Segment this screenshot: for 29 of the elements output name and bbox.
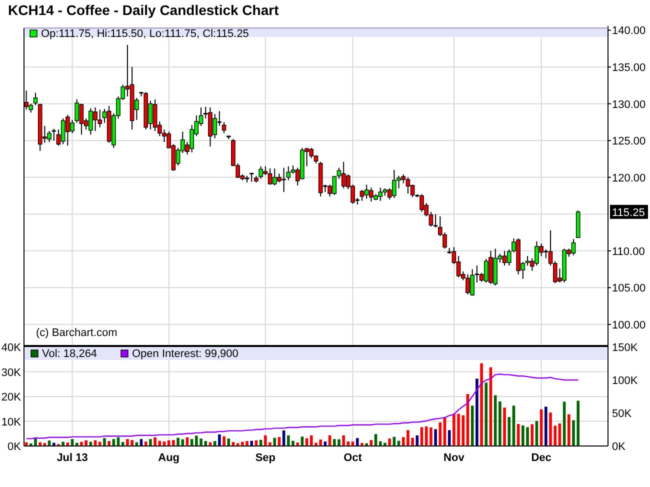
axis-label: 50K xyxy=(612,408,632,420)
axis-label: 100K xyxy=(612,375,638,387)
axis-label: 150K xyxy=(612,342,638,354)
axis-label: Aug xyxy=(158,452,180,464)
axis-label: Sep xyxy=(255,452,276,464)
axis-label: 40K xyxy=(1,342,21,354)
axis-label: Nov xyxy=(444,452,464,464)
axis-label: 10K xyxy=(1,416,21,428)
copyright-text: (c) Barchart.com xyxy=(36,327,118,339)
axis-label: Jul 13 xyxy=(56,452,88,464)
axis-label: 20K xyxy=(1,392,21,404)
chart-title: KCH14 - Coffee - Daily Candlestick Chart xyxy=(7,1,280,20)
volume-legend: Vol: 18,264 xyxy=(42,348,98,360)
axis-label: 0K xyxy=(612,441,626,453)
axis-label: 110.00 xyxy=(612,246,645,258)
axis-label: 120.00 xyxy=(612,172,646,184)
axis-label: 100.00 xyxy=(612,319,646,332)
volume-legend: Open Interest: 99,900 xyxy=(132,348,238,360)
axis-label: Dec xyxy=(531,452,552,464)
axis-label: 135.00 xyxy=(612,62,646,74)
axis-label: 125.00 xyxy=(612,136,646,148)
last-price-tag: 115.25 xyxy=(610,204,648,219)
axis-label: Oct xyxy=(344,452,362,464)
price-legend: Op:111.75, Hi:115.50, Lo:111.75, Cl:115.25 xyxy=(41,28,249,40)
axis-label: 140.00 xyxy=(612,25,646,38)
axis-label: 130.00 xyxy=(612,98,646,111)
axis-label: 30K xyxy=(1,366,21,379)
axis-label: 0K xyxy=(8,441,21,453)
axis-label: 105.00 xyxy=(612,282,646,295)
